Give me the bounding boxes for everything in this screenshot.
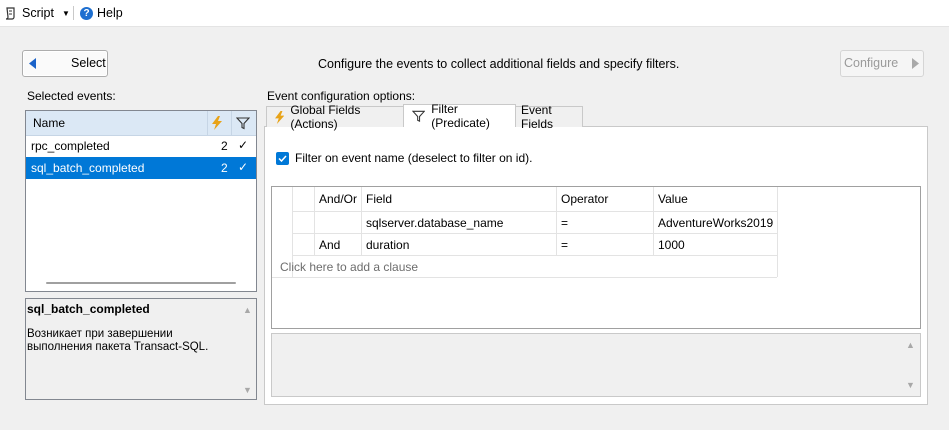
filter-on-event-name-checkbox[interactable]: Filter on event name (deselect to filter… bbox=[276, 151, 532, 165]
filter-funnel-icon bbox=[412, 110, 426, 122]
tab-global-fields[interactable]: Global Fields (Actions) bbox=[266, 103, 404, 131]
grid-header-operator: Operator bbox=[561, 192, 609, 206]
event-description-panel: sql_batch_completed Возникает при заверш… bbox=[25, 298, 257, 400]
select-button[interactable]: Select bbox=[22, 50, 108, 77]
scroll-up-arrow-icon[interactable]: ▲ bbox=[906, 340, 915, 350]
configure-button[interactable]: Configure bbox=[840, 50, 924, 77]
grid-cell-andor[interactable]: And bbox=[315, 234, 361, 255]
filter-check-icon: ✓ bbox=[238, 160, 249, 174]
grid-header-field: Field bbox=[366, 192, 393, 206]
column-header-actions[interactable] bbox=[212, 111, 222, 135]
grid-cell-operator[interactable]: = bbox=[557, 234, 653, 255]
scroll-down-arrow-icon[interactable]: ▼ bbox=[243, 385, 252, 395]
lightning-bolt-icon bbox=[275, 110, 285, 124]
tab-label: Filter (Predicate) bbox=[431, 102, 490, 130]
checkbox-checked-icon bbox=[276, 151, 289, 165]
configure-button-label: Configure bbox=[844, 56, 899, 70]
script-menu-label: Script bbox=[22, 6, 54, 20]
grid-cell-operator[interactable]: = bbox=[557, 212, 653, 233]
action-count: 2 bbox=[221, 161, 228, 175]
instruction-text: Configure the events to collect addition… bbox=[318, 57, 680, 71]
dropdown-arrow-icon[interactable]: ▼ bbox=[62, 9, 70, 18]
selected-events-label: Selected events: bbox=[27, 89, 116, 103]
grid-cell-value[interactable]: AdventureWorks2019 bbox=[654, 212, 777, 233]
list-header: Name bbox=[26, 111, 256, 136]
grid-cell-field[interactable]: duration bbox=[362, 234, 556, 255]
event-row-rpc-completed[interactable]: rpc_completed 2 ✓ bbox=[26, 135, 256, 157]
tab-label: Event Fields bbox=[521, 103, 554, 131]
grid-header-andor: And/Or bbox=[319, 192, 358, 206]
event-name: rpc_completed bbox=[31, 139, 110, 153]
event-configuration-label: Event configuration options: bbox=[267, 89, 416, 103]
lightning-bolt-icon bbox=[212, 116, 222, 130]
menubar: Script ▼ ? Help bbox=[0, 0, 949, 27]
event-name: sql_batch_completed bbox=[31, 161, 145, 175]
help-icon: ? bbox=[80, 6, 93, 20]
column-header-filter[interactable] bbox=[236, 111, 250, 135]
column-header-name[interactable]: Name bbox=[33, 111, 65, 135]
filter-checkbox-label: Filter on event name (deselect to filter… bbox=[295, 151, 533, 165]
tab-event-fields[interactable]: Event Fields bbox=[515, 103, 583, 131]
tab-filter-predicate[interactable]: Filter (Predicate) bbox=[403, 102, 516, 130]
menu-separator bbox=[73, 6, 74, 20]
select-button-label: Select bbox=[71, 56, 106, 70]
script-menu[interactable]: Script ▼ bbox=[4, 0, 70, 26]
filter-check-icon: ✓ bbox=[238, 138, 249, 152]
selected-events-list[interactable]: Name rpc_completed 2 ✓ sql_batch_complet… bbox=[25, 110, 257, 292]
description-title: sql_batch_completed bbox=[27, 302, 150, 316]
help-menu-label: Help bbox=[97, 6, 123, 20]
scroll-down-arrow-icon[interactable]: ▼ bbox=[906, 380, 915, 390]
script-icon bbox=[5, 7, 15, 20]
predicate-grid[interactable]: And/Or Field Operator Value sqlserver.da… bbox=[271, 186, 921, 329]
grid-cell-andor[interactable] bbox=[315, 212, 361, 233]
grid-header-value: Value bbox=[658, 192, 688, 206]
forward-arrow-icon bbox=[912, 58, 919, 69]
horizontal-scrollbar[interactable] bbox=[46, 282, 236, 284]
scroll-up-arrow-icon[interactable]: ▲ bbox=[243, 305, 252, 315]
grid-cell-value[interactable]: 1000 bbox=[654, 234, 777, 255]
grid-cell-field[interactable]: sqlserver.database_name bbox=[362, 212, 556, 233]
event-row-sql-batch-completed[interactable]: sql_batch_completed 2 ✓ bbox=[26, 157, 256, 179]
field-details-panel: ▲ ▼ bbox=[271, 333, 921, 397]
description-text: Возникает при завершении выполнения паке… bbox=[27, 328, 209, 353]
back-arrow-icon bbox=[29, 58, 36, 69]
action-count: 2 bbox=[221, 139, 228, 153]
filter-funnel-icon bbox=[236, 116, 250, 129]
add-clause-link[interactable]: Click here to add a clause bbox=[276, 256, 576, 277]
tab-label: Global Fields (Actions) bbox=[290, 103, 361, 131]
help-menu[interactable]: ? Help bbox=[80, 0, 123, 26]
